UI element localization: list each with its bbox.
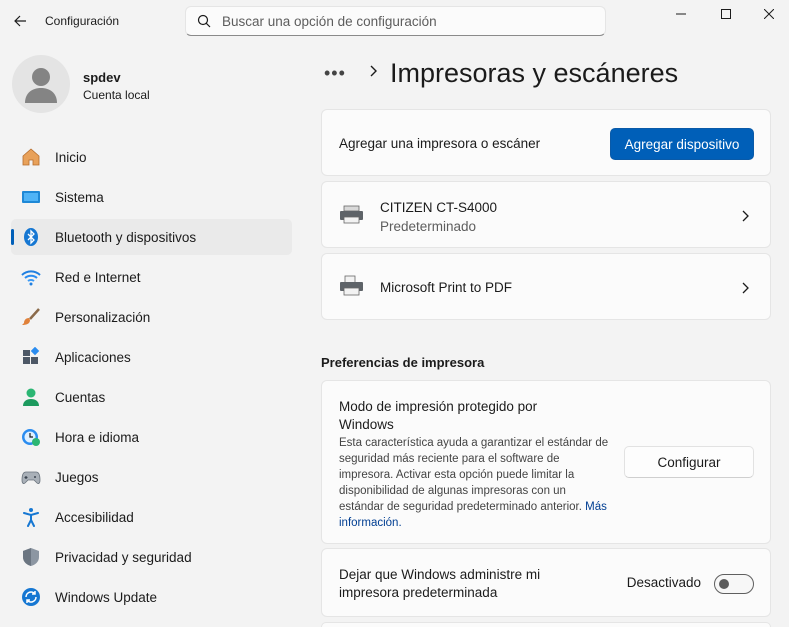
protected-mode-description: Esta característica ayuda a garantizar e…: [339, 435, 609, 531]
sidebar-item-label: Inicio: [55, 149, 87, 165]
default-printer-toggle[interactable]: [714, 574, 754, 594]
sidebar-item-label: Red e Internet: [55, 269, 141, 285]
printer-name: CITIZEN CT-S4000: [380, 200, 498, 215]
gamepad-icon: [20, 466, 42, 488]
printer-icon: [339, 204, 365, 226]
configure-button[interactable]: Configurar: [624, 446, 754, 478]
close-button[interactable]: [748, 0, 789, 28]
minimize-icon: [676, 13, 686, 15]
toggle-knob: [719, 579, 729, 589]
sidebar-item-windows-update[interactable]: Windows Update: [11, 579, 292, 615]
search-box[interactable]: [185, 6, 606, 36]
protected-mode-title: Modo de impresión protegido por Windows: [339, 399, 538, 432]
search-input[interactable]: [222, 13, 592, 29]
printer-card-pdf[interactable]: Microsoft Print to PDF: [321, 253, 771, 320]
chevron-right-icon: [742, 209, 750, 227]
protected-mode-description-text: Esta característica ayuda a garantizar e…: [339, 437, 609, 513]
sidebar-item-label: Accesibilidad: [55, 509, 134, 525]
sidebar-item-label: Aplicaciones: [55, 349, 131, 365]
accessibility-icon: [20, 506, 42, 528]
home-icon: [20, 146, 42, 168]
breadcrumb: ••• Impresoras y escáneres: [324, 55, 678, 91]
sidebar-item-label: Hora e idioma: [55, 429, 140, 445]
default-printer-title: Dejar que Windows administre mi impresor…: [339, 567, 541, 600]
pdf-printer-icon: [339, 275, 365, 297]
sidebar-item-label: Juegos: [55, 469, 99, 485]
user-profile[interactable]: spdev Cuenta local: [12, 55, 292, 115]
printer-card-citizen[interactable]: CITIZEN CT-S4000 Predeterminado: [321, 181, 771, 248]
sidebar-item-label: Privacidad y seguridad: [55, 549, 192, 565]
back-button[interactable]: [8, 8, 32, 34]
add-device-card: Agregar una impresora o escáner Agregar …: [321, 109, 771, 176]
sidebar-item-privacidad[interactable]: Privacidad y seguridad: [11, 539, 292, 575]
sidebar-item-sistema[interactable]: Sistema: [11, 179, 292, 215]
sidebar-item-accesibilidad[interactable]: Accesibilidad: [11, 499, 292, 535]
apps-icon: [20, 346, 42, 368]
add-device-label: Agregar una impresora o escáner: [339, 136, 541, 151]
printer-status: Predeterminado: [380, 219, 477, 234]
toggle-state-label: Desactivado: [626, 575, 701, 590]
close-icon: [763, 9, 774, 19]
default-printer-card: Dejar que Windows administre mi impresor…: [321, 548, 771, 617]
chevron-right-icon: [742, 281, 750, 299]
sidebar-item-cuentas[interactable]: Cuentas: [11, 379, 292, 415]
profile-account-type: Cuenta local: [83, 88, 150, 102]
sidebar-item-personalizacion[interactable]: Personalización: [11, 299, 292, 335]
shield-icon: [20, 546, 42, 568]
update-icon: [20, 586, 42, 608]
search-icon: [186, 14, 222, 28]
sidebar-item-hora[interactable]: Hora e idioma: [11, 419, 292, 455]
sidebar-item-bluetooth[interactable]: Bluetooth y dispositivos: [11, 219, 292, 255]
sidebar-item-label: Sistema: [55, 189, 104, 205]
account-icon: [20, 386, 42, 408]
sidebar-item-label: Cuentas: [55, 389, 106, 405]
wifi-icon: [20, 266, 42, 288]
maximize-button[interactable]: [703, 0, 749, 28]
time-language-icon: [20, 426, 42, 448]
protected-mode-card: Modo de impresión protegido por Windows …: [321, 380, 771, 544]
next-card-partial: [321, 622, 771, 627]
chevron-right-icon: [370, 64, 378, 82]
sidebar-item-aplicaciones[interactable]: Aplicaciones: [11, 339, 292, 375]
maximize-icon: [721, 9, 731, 19]
page-title: Impresoras y escáneres: [390, 57, 679, 88]
system-icon: [20, 186, 42, 208]
sidebar-nav: Inicio Sistema Bluetooth y dispositivos …: [11, 139, 292, 619]
profile-name: spdev: [83, 70, 121, 85]
title-bar: Configuración: [0, 0, 789, 44]
sidebar-item-juegos[interactable]: Juegos: [11, 459, 292, 495]
bluetooth-icon: [20, 226, 42, 248]
sidebar-item-label: Windows Update: [55, 589, 158, 605]
sidebar-item-red[interactable]: Red e Internet: [11, 259, 292, 295]
minimize-button[interactable]: [658, 0, 704, 28]
back-arrow-icon: [14, 15, 26, 27]
avatar: [12, 55, 70, 113]
add-device-button[interactable]: Agregar dispositivo: [610, 128, 754, 160]
sidebar-item-label: Personalización: [55, 309, 151, 325]
brush-icon: [20, 306, 42, 328]
sidebar-item-label: Bluetooth y dispositivos: [55, 229, 197, 245]
breadcrumb-more-button[interactable]: •••: [324, 63, 354, 84]
printer-name: Microsoft Print to PDF: [380, 280, 513, 295]
sidebar-item-inicio[interactable]: Inicio: [11, 139, 292, 175]
section-title-preferences: Preferencias de impresora: [321, 355, 485, 370]
app-title: Configuración: [45, 14, 120, 28]
